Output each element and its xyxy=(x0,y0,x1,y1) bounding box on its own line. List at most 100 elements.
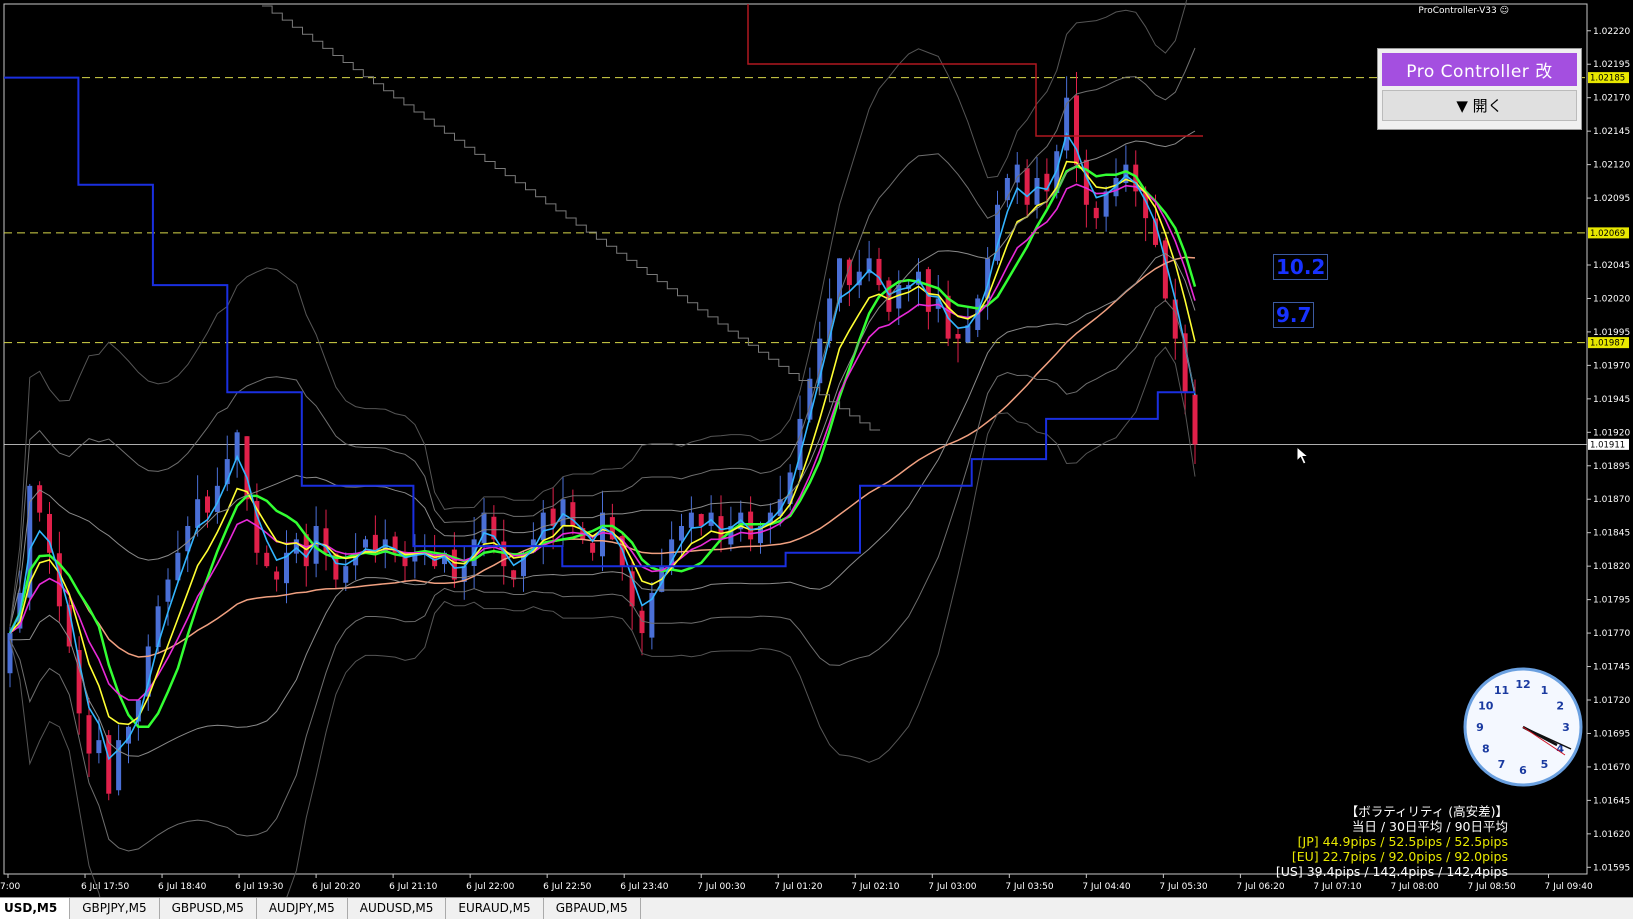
candle-body xyxy=(679,526,684,541)
clock-numeral: 12 xyxy=(1515,678,1530,691)
candle-body xyxy=(195,499,201,528)
y-tick-label: 1.01670 xyxy=(1593,763,1630,773)
volatility-panel: 【ボラティリティ (高安差)】 当日 / 30日平均 / 90日平均 [JP] … xyxy=(1276,804,1508,879)
candle-body xyxy=(886,280,892,312)
value-box-lower: 9.7 xyxy=(1273,302,1315,328)
y-tick-label: 1.02120 xyxy=(1593,161,1630,171)
candle-body xyxy=(955,334,961,339)
candle-body xyxy=(827,298,833,341)
clock-numeral: 6 xyxy=(1519,764,1527,777)
y-tick-label: 1.01895 xyxy=(1593,462,1630,472)
symbol-tab[interactable]: USD,M5 xyxy=(0,898,71,919)
x-tick-label: 6 Jul 22:00 xyxy=(466,882,515,892)
candle-body xyxy=(1192,394,1198,445)
candle-body xyxy=(86,715,92,754)
y-tick-label: 1.02095 xyxy=(1593,194,1630,204)
price-chart[interactable]: 1.02220 1.02195 1.02170 1.02145 1.02120 1.020… xyxy=(0,0,1633,897)
y-tick-label: 1.01595 xyxy=(1593,863,1630,873)
plot-frame xyxy=(3,3,1588,875)
ma-cyan-line xyxy=(9,132,1196,761)
candle-body xyxy=(1024,168,1030,205)
candle-body xyxy=(363,539,368,548)
y-tick-label: 1.01645 xyxy=(1593,796,1630,806)
symbol-tab[interactable]: GBPJPY,M5 xyxy=(70,898,160,919)
x-tick-label: 7 Jul 07:10 xyxy=(1313,882,1362,892)
value-box-upper: 10.2 xyxy=(1273,254,1329,280)
x-tick-label: 7 Jul 03:00 xyxy=(928,882,977,892)
x-tick-label: 7 Jul 05:30 xyxy=(1159,882,1208,892)
clock-numeral: 8 xyxy=(1482,743,1490,756)
symbol-tab[interactable]: AUDUSD,M5 xyxy=(348,898,447,919)
x-tick-label: 6 Jul 23:40 xyxy=(620,882,669,892)
volatility-eu: [EU] 22.7pips / 92.0pips / 92.0pips xyxy=(1291,849,1508,864)
candle-body xyxy=(688,512,694,528)
x-tick-label: 7 Jul 01:20 xyxy=(774,882,823,892)
candle-body xyxy=(293,539,299,554)
candle-body xyxy=(600,512,605,557)
candle-body xyxy=(205,496,210,513)
price-tag-label: 1.02185 xyxy=(1590,74,1625,84)
y-tick-label: 1.01870 xyxy=(1593,495,1630,505)
symbol-tab[interactable]: AUDJPY,M5 xyxy=(257,898,348,919)
price-tag-label: 1.02069 xyxy=(1590,229,1625,239)
candle-body xyxy=(274,571,280,580)
volatility-us: [US] 39.4pips / 142.4pips / 142.4pips xyxy=(1275,864,1508,879)
x-tick-label: 7 Jul 06:20 xyxy=(1236,882,1285,892)
y-tick-label: 1.01720 xyxy=(1593,696,1630,706)
x-tick-label: 7 Jul 04:40 xyxy=(1082,882,1131,892)
x-tick-label: 6 Jul 19:30 xyxy=(235,882,284,892)
symbol-tab-bar: USD,M5 GBPJPY,M5 GBPUSD,M5 AUDJPY,M5 AUDUSD,… xyxy=(0,897,1633,919)
candle-body xyxy=(698,514,704,526)
candle-body xyxy=(7,633,13,674)
descending-step-line xyxy=(262,5,881,431)
y-tick-label: 1.01695 xyxy=(1593,729,1630,739)
clock-numeral: 5 xyxy=(1541,758,1549,771)
x-tick-label: 6 Jul 21:10 xyxy=(389,882,438,892)
y-tick-label: 1.02170 xyxy=(1593,94,1630,104)
y-tick-label: 1.01795 xyxy=(1593,596,1630,606)
y-tick-label: 1.01820 xyxy=(1593,562,1630,572)
x-tick-label: 6 Jul 18:40 xyxy=(158,882,207,892)
smiley-icon: ☺ xyxy=(1499,6,1509,16)
symbol-tab[interactable]: GBPUSD,M5 xyxy=(160,898,257,919)
y-tick-label: 1.01945 xyxy=(1593,395,1630,405)
y-tick-label: 1.01620 xyxy=(1593,830,1630,840)
ma-salmon-line xyxy=(9,256,1196,658)
y-tick-label: 1.01970 xyxy=(1593,361,1630,371)
x-tick-label: 7 Jul 00:30 xyxy=(697,882,746,892)
x-tick-label: 7:00 xyxy=(0,882,20,892)
ma-green-line xyxy=(8,164,1197,729)
candle-body xyxy=(343,566,349,583)
y-tick-label: 1.01995 xyxy=(1593,328,1630,338)
y-tick-label: 1.01770 xyxy=(1593,629,1630,639)
y-tick-label: 1.02220 xyxy=(1593,27,1630,37)
x-tick-label: 6 Jul 17:50 xyxy=(81,882,130,892)
candle-body xyxy=(560,499,566,527)
candle-body xyxy=(451,549,457,580)
candle-body xyxy=(37,485,43,513)
candle-body xyxy=(165,579,171,602)
candle-body xyxy=(965,325,971,343)
pro-controller-title[interactable]: Pro Controller 改 xyxy=(1382,53,1577,86)
clock-numeral: 11 xyxy=(1494,684,1509,697)
pro-controller-panel: Pro Controller 改 ▼ 開く xyxy=(1377,48,1582,130)
symbol-tab[interactable]: EURAUD,M5 xyxy=(446,898,544,919)
candle-body xyxy=(590,542,596,553)
clock-numeral: 2 xyxy=(1556,700,1564,713)
candle-body xyxy=(1093,207,1099,219)
symbol-tab[interactable]: GBPAUD,M5 xyxy=(544,898,641,919)
y-tick-label: 1.01745 xyxy=(1593,663,1630,673)
band-lower-line xyxy=(9,346,1196,897)
volatility-title: 【ボラティリティ (高安差)】 xyxy=(1345,804,1508,819)
x-tick-label: 7 Jul 09:40 xyxy=(1544,882,1593,892)
volatility-header: 当日 / 30日平均 / 90日平均 xyxy=(1351,819,1508,834)
price-tag-label: 1.01987 xyxy=(1590,339,1625,349)
candle-body xyxy=(1182,333,1188,393)
x-tick-label: 7 Jul 02:10 xyxy=(851,882,900,892)
x-tick-label: 7 Jul 03:50 xyxy=(1005,882,1054,892)
mouse-cursor-icon xyxy=(1296,445,1310,471)
price-tag-label: 1.01911 xyxy=(1590,440,1625,450)
y-tick-label: 1.01845 xyxy=(1593,529,1630,539)
open-button[interactable]: ▼ 開く xyxy=(1382,90,1577,121)
resistance-step-line xyxy=(747,4,1203,137)
